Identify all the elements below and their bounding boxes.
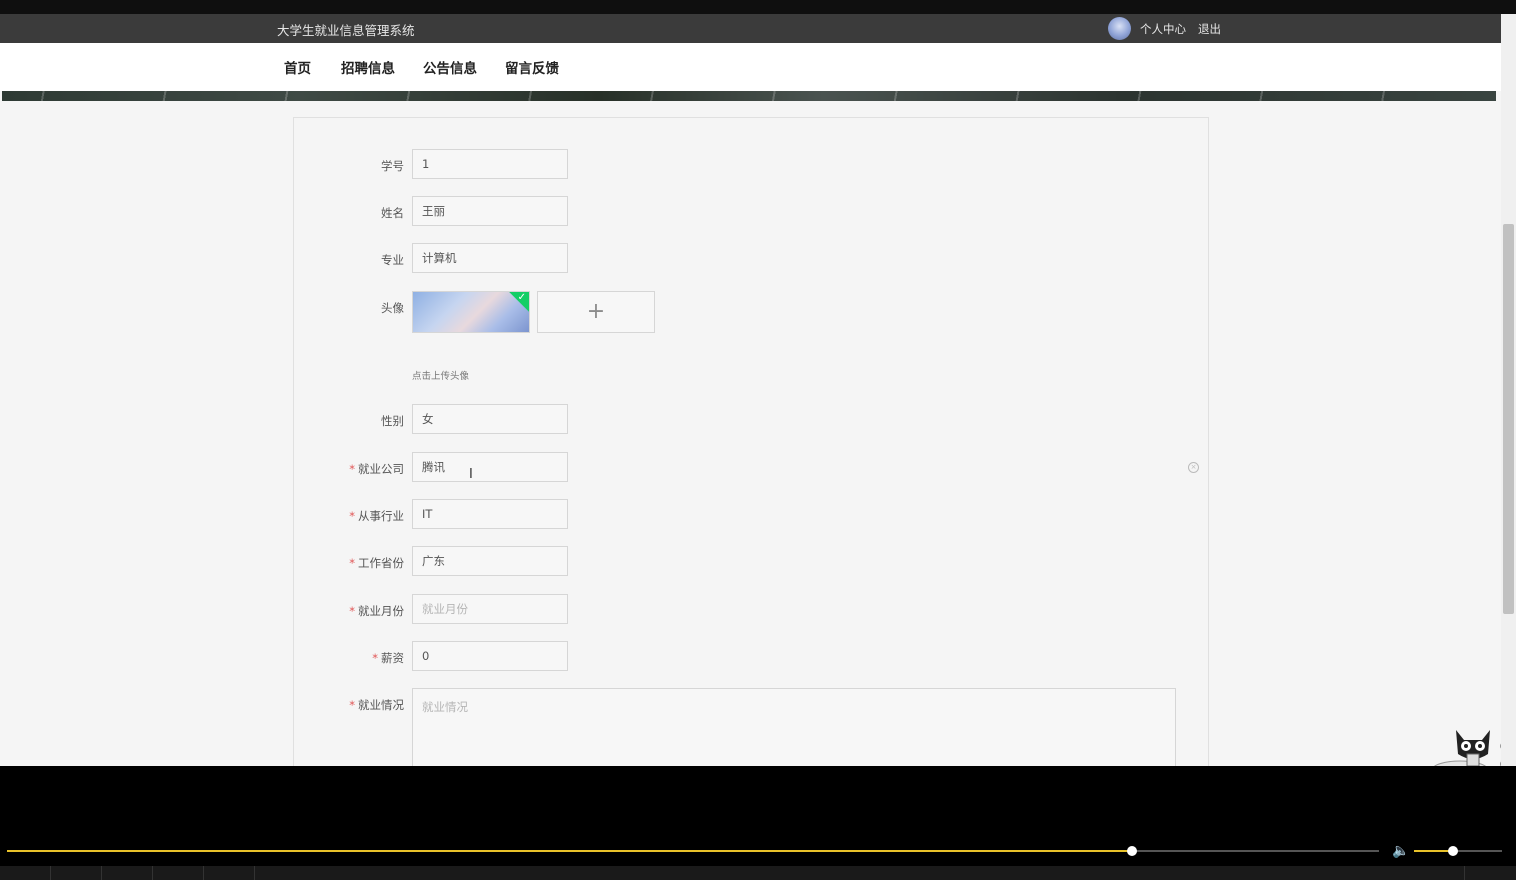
logout-link[interactable]: 退出 — [1198, 21, 1221, 37]
situation-textarea[interactable]: 就业情况 — [412, 688, 1176, 766]
volume-fill — [1414, 850, 1453, 852]
company-input[interactable]: 腾讯 — [412, 452, 568, 482]
text-cursor-icon: I — [469, 467, 473, 482]
progress-fill — [7, 850, 1133, 852]
bottom-bar-divider — [203, 866, 204, 880]
required-mark: * — [349, 698, 355, 712]
mascot-widget[interactable] — [1430, 724, 1501, 766]
banner-strip — [2, 91, 1496, 101]
situation-label: * 就业情况 — [349, 698, 404, 712]
bottom-bar-divider — [50, 866, 51, 880]
nav-item-home[interactable]: 首页 — [284, 57, 311, 77]
personal-center-link[interactable]: 个人中心 — [1140, 21, 1186, 37]
major-input[interactable]: 计算机 — [412, 243, 568, 273]
bottom-bar-divider — [101, 866, 102, 880]
avatar-upload-button[interactable]: + — [537, 291, 655, 333]
window-top-strip — [0, 0, 1516, 14]
nav-item-feedback[interactable]: 留言反馈 — [505, 57, 559, 77]
major-label: 专业 — [381, 253, 404, 267]
volume-knob[interactable] — [1447, 846, 1458, 856]
name-input[interactable]: 王丽 — [412, 196, 568, 226]
bottom-bar-divider — [1464, 866, 1465, 880]
month-input[interactable]: 就业月份 — [412, 594, 568, 624]
industry-label: * 从事行业 — [349, 509, 404, 523]
avatar-label: 头像 — [381, 301, 404, 315]
plus-icon: + — [586, 299, 606, 324]
avatar-thumbnail[interactable]: ✓ — [412, 291, 530, 333]
site-title: 大学生就业信息管理系统 — [277, 23, 415, 38]
name-label: 姓名 — [381, 206, 404, 220]
bottom-bar-divider — [254, 866, 255, 880]
required-mark: * — [349, 462, 355, 476]
avatar-upload-hint: 点击上传头像 — [412, 371, 470, 382]
province-input[interactable]: 广东 — [412, 546, 568, 576]
gender-input[interactable]: 女 — [412, 404, 568, 434]
industry-input[interactable]: IT — [412, 499, 568, 529]
nav-item-recruitment[interactable]: 招聘信息 — [341, 57, 395, 77]
main-nav: 首页 招聘信息 公告信息 留言反馈 — [0, 43, 1501, 91]
top-header-bar: 大学生就业信息管理系统 个人中心 退出 — [0, 14, 1501, 43]
salary-label: * 薪资 — [372, 651, 404, 665]
month-label: * 就业月份 — [349, 604, 404, 618]
salary-input[interactable]: 0 — [412, 641, 568, 671]
nav-item-announcements[interactable]: 公告信息 — [423, 57, 477, 77]
clear-circle-icon[interactable]: × — [1188, 462, 1199, 473]
bottom-bar-divider — [152, 866, 153, 880]
player-bottom-bar — [0, 866, 1516, 880]
company-label: * 就业公司 — [349, 462, 404, 476]
student-id-input[interactable]: 1 — [412, 149, 568, 179]
province-label: * 工作省份 — [349, 556, 404, 570]
scrollbar-thumb[interactable] — [1503, 224, 1514, 614]
required-mark: * — [372, 651, 378, 665]
video-player-area — [0, 766, 1516, 880]
gender-label: 性别 — [381, 414, 404, 428]
user-avatar[interactable] — [1108, 17, 1131, 40]
required-mark: * — [349, 509, 355, 523]
page-viewport: 大学生就业信息管理系统 个人中心 退出 首页 招聘信息 公告信息 留言反馈 学号… — [0, 14, 1501, 766]
progress-knob[interactable] — [1127, 846, 1138, 856]
check-icon: ✓ — [517, 292, 526, 303]
required-mark: * — [349, 604, 355, 618]
required-mark: * — [349, 556, 355, 570]
volume-icon[interactable]: 🔈 — [1392, 843, 1409, 859]
student-id-label: 学号 — [381, 159, 404, 173]
